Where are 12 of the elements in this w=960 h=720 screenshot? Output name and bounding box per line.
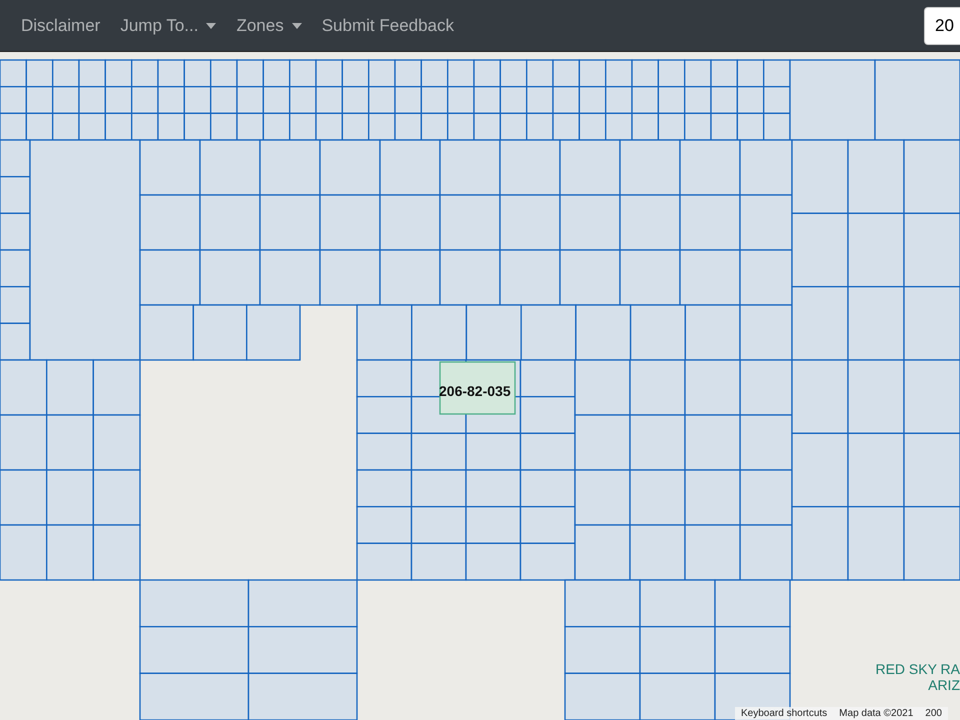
caret-icon [206, 22, 216, 28]
caret-icon [292, 22, 302, 28]
search-field[interactable]: 20 [924, 6, 960, 44]
dropdown-menu[interactable]: Jump To... [111, 8, 226, 44]
dropdown-menu[interactable]: Zones [227, 8, 311, 44]
map-attribution[interactable]: Map data ©2021 [833, 707, 920, 720]
nav-link[interactable]: Disclaimer [12, 8, 110, 44]
map-attribution[interactable]: Keyboard shortcuts [735, 707, 834, 720]
nav-link[interactable]: Submit Feedback [312, 8, 464, 44]
place-label: RED SKY RA [875, 661, 960, 677]
map-attribution[interactable]: 200 [919, 707, 948, 720]
place-label: ARIZ [927, 677, 960, 693]
